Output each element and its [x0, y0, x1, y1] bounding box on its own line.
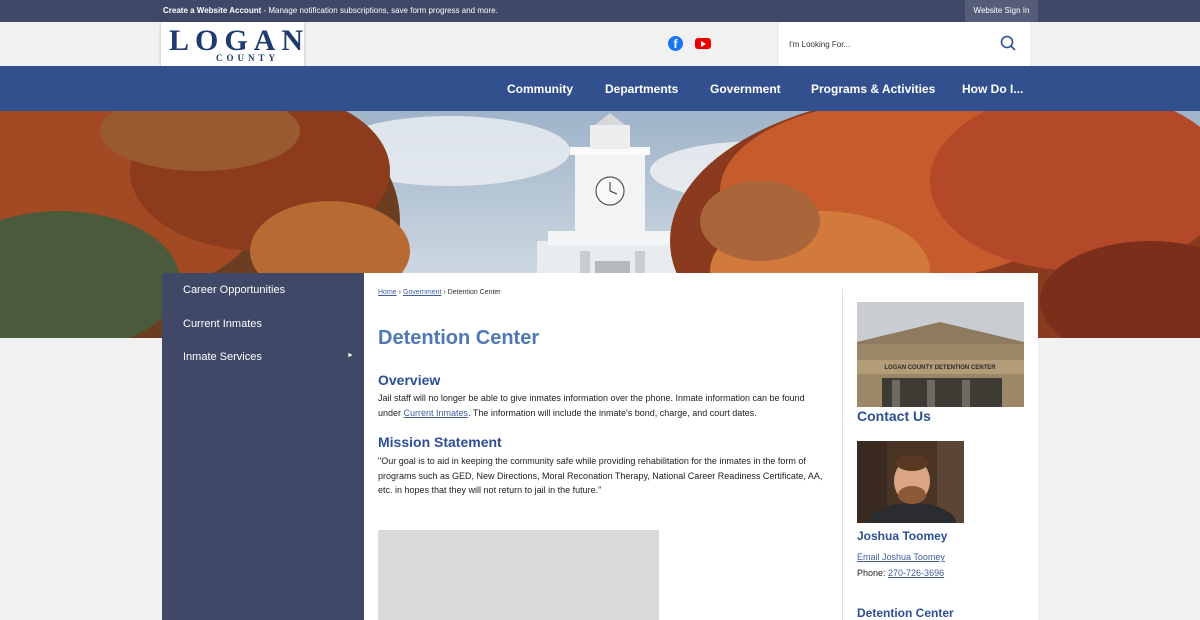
mission-statement-heading: Mission Statement: [378, 434, 502, 450]
main-content: Home › Government › Detention Center Det…: [364, 273, 1038, 620]
breadcrumb-separator: ›: [443, 289, 446, 296]
create-account-link[interactable]: Create a Website Account: [163, 6, 261, 15]
overview-text-part: . The information will include the inmat…: [468, 407, 757, 418]
building-photo: LOGAN COUNTY DETENTION CENTER: [857, 302, 1024, 407]
nav-programs-activities[interactable]: Programs & Activities: [811, 82, 935, 96]
create-account-message[interactable]: Create a Website Account - Manage notifi…: [163, 6, 498, 15]
breadcrumb-government[interactable]: Government: [403, 289, 442, 296]
page-title: Detention Center: [378, 327, 540, 349]
breadcrumb-separator: ›: [398, 289, 401, 296]
site-header: LOGAN COUNTY f: [0, 22, 1200, 66]
current-inmates-link[interactable]: Current Inmates: [404, 408, 469, 418]
breadcrumb-home[interactable]: Home: [378, 289, 397, 296]
detention-center-building-image: LOGAN COUNTY DETENTION CENTER: [857, 302, 1024, 407]
contact-photo: [857, 441, 964, 523]
contact-phone: Phone: 270-726-3696: [857, 568, 944, 578]
search-box: [779, 22, 1030, 66]
overview-heading: Overview: [378, 372, 441, 388]
email-contact-link[interactable]: Email Joshua Toomey: [857, 552, 945, 562]
mission-statement-text: "Our goal is to aid in keeping the commu…: [378, 456, 823, 495]
column-divider: [842, 289, 843, 620]
detention-center-subheading: Detention Center: [857, 606, 954, 620]
contact-us-heading: Contact Us: [857, 408, 931, 424]
phone-link[interactable]: 270-726-3696: [888, 568, 944, 578]
logan-county-logo[interactable]: LOGAN COUNTY: [161, 22, 304, 66]
phone-label: Phone:: [857, 568, 889, 578]
contact-avatar: [857, 441, 964, 523]
overview-text: Jail staff will no longer be able to giv…: [378, 391, 826, 420]
embedded-media-placeholder: [378, 530, 659, 620]
sidebar-item-current-inmates[interactable]: Current Inmates: [183, 318, 262, 330]
search-input[interactable]: [789, 36, 989, 52]
facebook-icon[interactable]: f: [668, 36, 683, 51]
main-navigation: Community Departments Government Program…: [0, 66, 1200, 111]
breadcrumb: Home › Government › Detention Center: [378, 289, 501, 296]
search-icon[interactable]: [1000, 35, 1016, 51]
sidebar-item-career-opportunities[interactable]: Career Opportunities: [183, 284, 285, 296]
nav-government[interactable]: Government: [710, 82, 781, 96]
website-sign-in-button[interactable]: Website Sign In: [965, 0, 1038, 22]
create-account-description: - Manage notification subscriptions, sav…: [261, 6, 498, 15]
breadcrumb-current: Detention Center: [447, 289, 501, 296]
utility-bar: Create a Website Account - Manage notifi…: [0, 0, 1200, 22]
building-sign: LOGAN COUNTY DETENTION CENTER: [884, 365, 996, 371]
contact-email: Email Joshua Toomey: [857, 552, 945, 562]
nav-departments[interactable]: Departments: [605, 82, 678, 96]
youtube-icon[interactable]: [695, 38, 711, 49]
sidebar-navigation: Career Opportunities Current Inmates Inm…: [162, 273, 364, 620]
submenu-arrow-icon[interactable]: ►: [347, 352, 354, 359]
sidebar-item-inmate-services[interactable]: Inmate Services: [183, 351, 262, 363]
nav-how-do-i[interactable]: How Do I...: [962, 82, 1023, 96]
logo-sub: COUNTY: [216, 53, 280, 63]
contact-name: Joshua Toomey: [857, 529, 948, 543]
nav-community[interactable]: Community: [507, 82, 573, 96]
